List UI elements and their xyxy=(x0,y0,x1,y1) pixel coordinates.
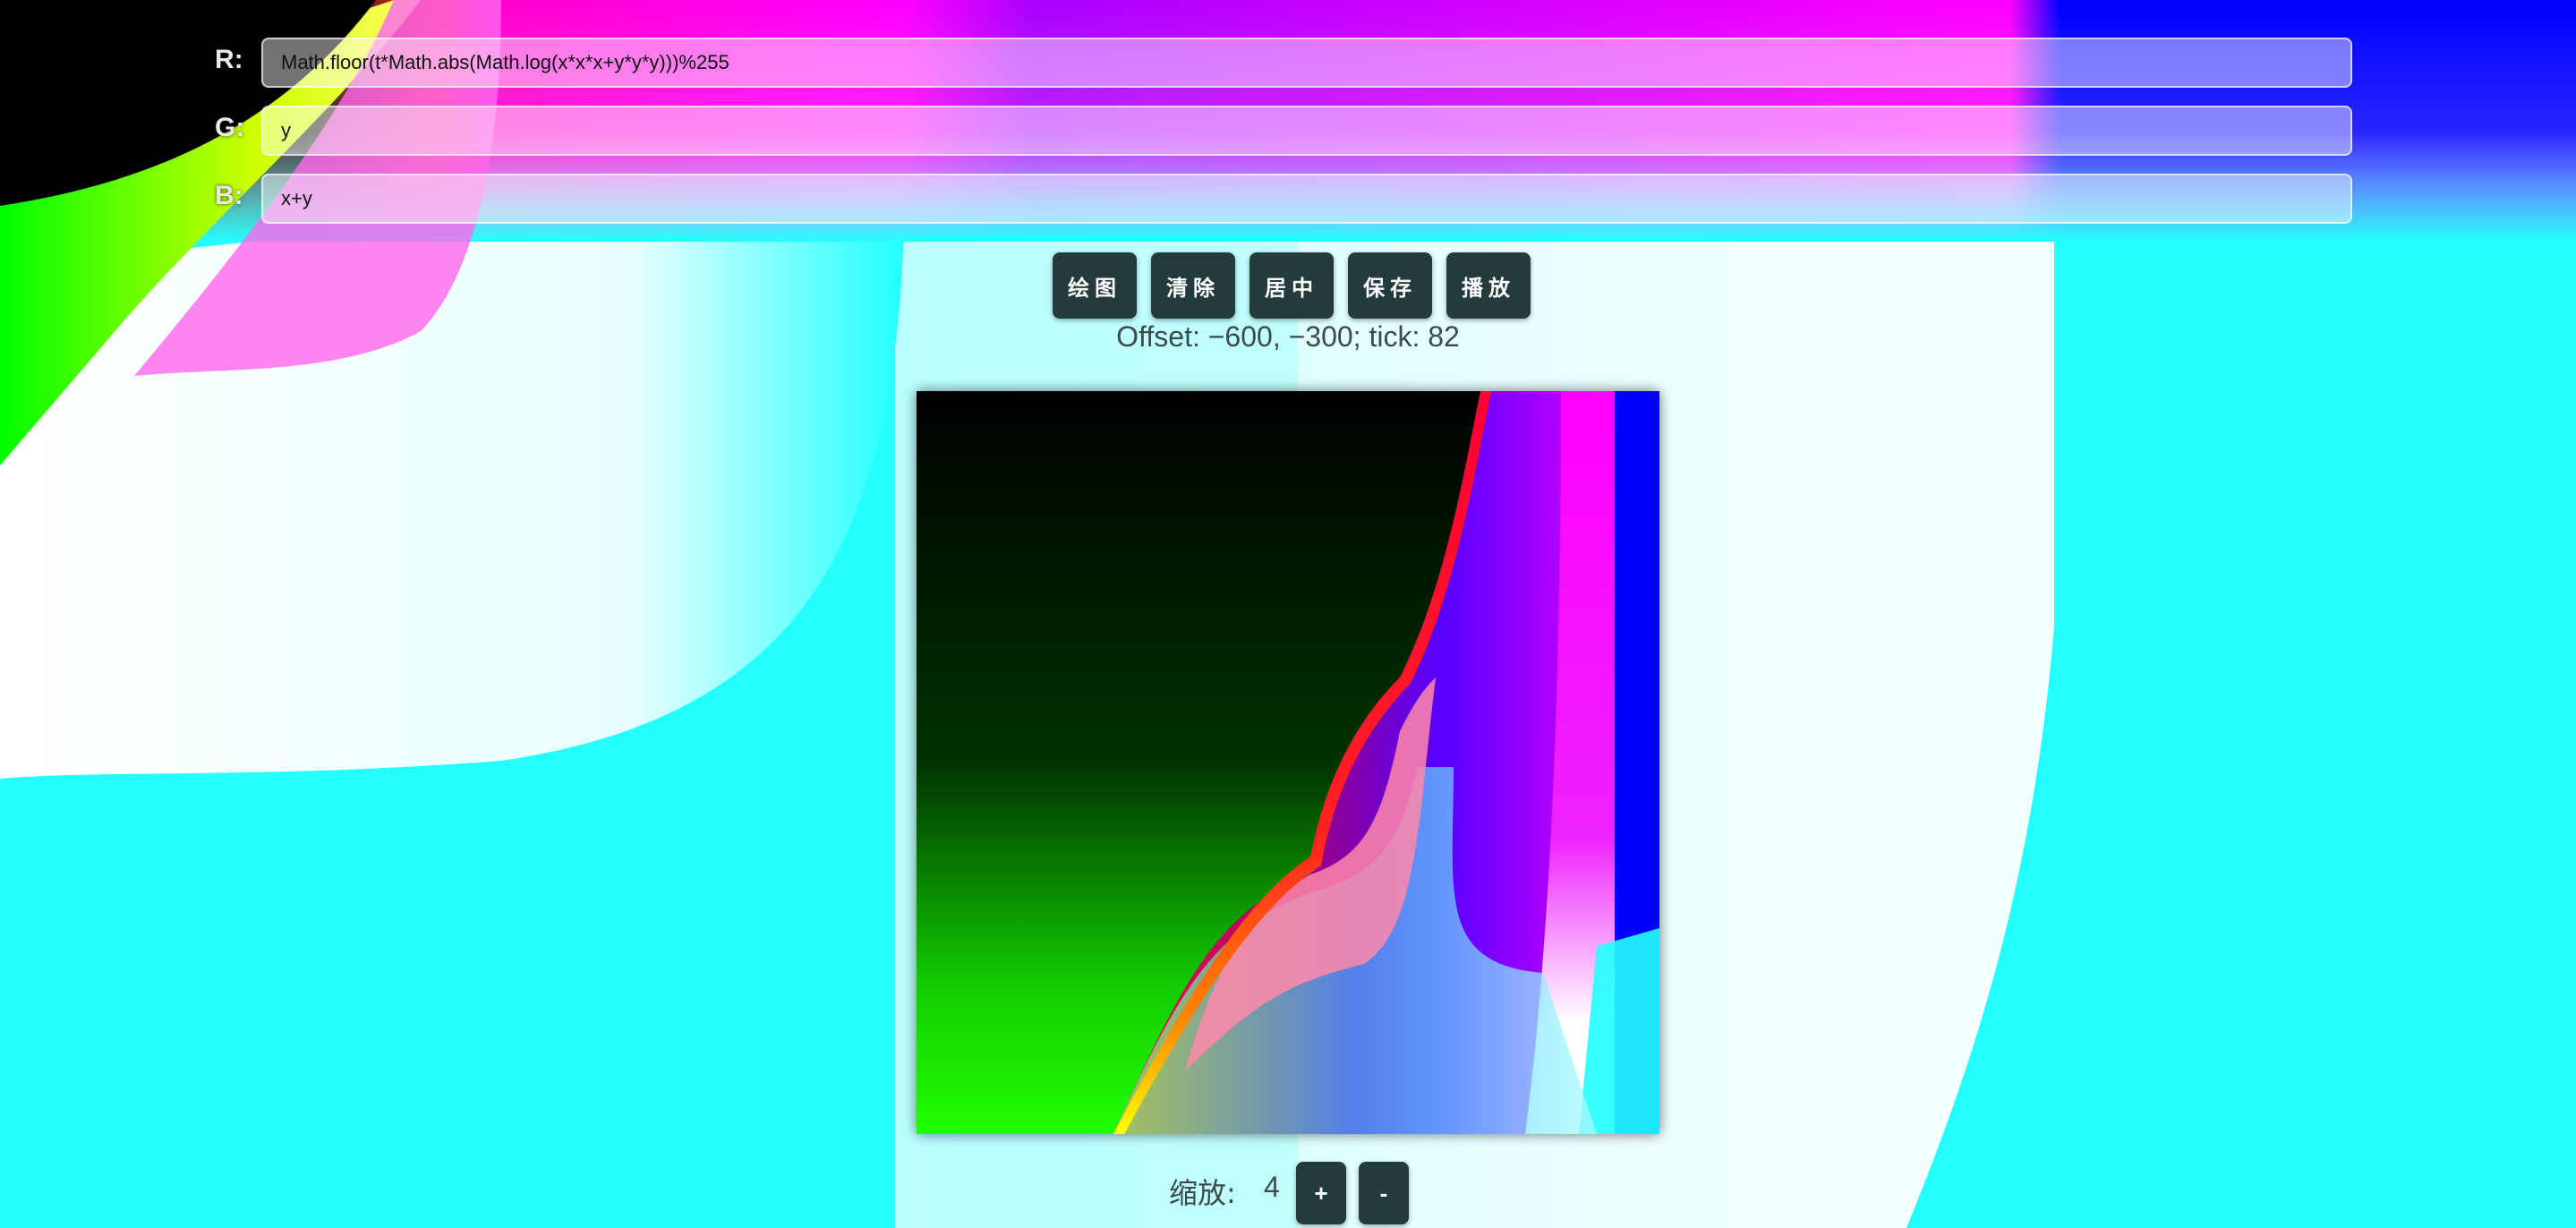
formula-input-b[interactable] xyxy=(261,174,2352,224)
zoom-value: 4 xyxy=(1264,1171,1280,1203)
draw-button[interactable]: 绘图 xyxy=(1053,252,1137,319)
zoom-label: 缩放: xyxy=(1169,1176,1236,1210)
formula-label-r: R: xyxy=(215,45,243,74)
formula-row-g: G: xyxy=(215,106,2354,158)
formula-input-r[interactable] xyxy=(261,38,2352,88)
save-button[interactable]: 保存 xyxy=(1348,252,1432,319)
formula-label-g: G: xyxy=(215,113,245,142)
app-stage: R: G: B: 绘图 清除 居中 保存 播放 Offset: −600, −3… xyxy=(0,0,2576,1228)
formula-row-r: R: xyxy=(215,38,2354,90)
formula-label-b: B: xyxy=(215,181,243,210)
play-button[interactable]: 播放 xyxy=(1446,252,1531,319)
toolbar: 绘图 清除 居中 保存 播放 xyxy=(1053,252,1531,319)
formula-input-g[interactable] xyxy=(261,106,2352,156)
canvas-render xyxy=(917,391,1659,1134)
zoom-in-button[interactable]: + xyxy=(1296,1162,1346,1224)
zoom-out-button[interactable]: - xyxy=(1359,1162,1409,1224)
clear-button[interactable]: 清除 xyxy=(1151,252,1235,319)
formula-row-b: B: xyxy=(215,174,2354,226)
drawing-canvas[interactable] xyxy=(917,391,1659,1134)
status-text: Offset: −600, −300; tick: 82 xyxy=(1116,320,1460,353)
center-button[interactable]: 居中 xyxy=(1250,252,1334,319)
